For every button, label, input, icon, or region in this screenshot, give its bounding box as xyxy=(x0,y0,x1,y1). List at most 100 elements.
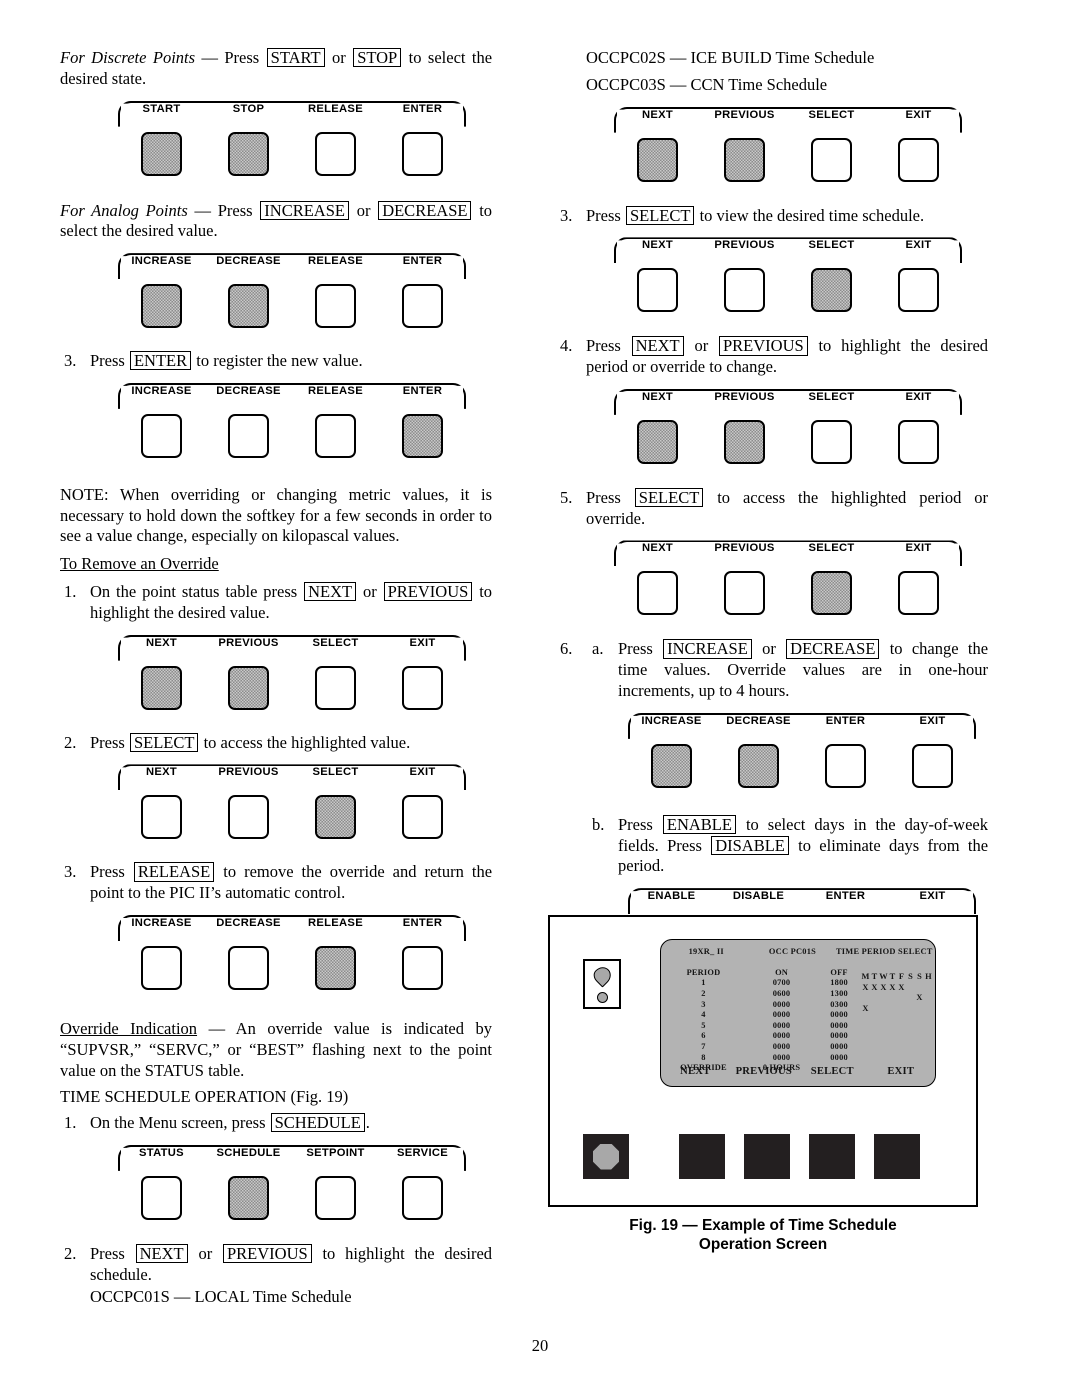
panel-softkey-1[interactable] xyxy=(679,1134,725,1179)
softkey-button-exit[interactable] xyxy=(402,795,443,840)
softkey-label: SELECT xyxy=(808,390,855,403)
lcd-period-row: 6 0000 0000 xyxy=(661,1031,935,1042)
em-dash: — xyxy=(208,1018,226,1038)
lcd-header-row: 19XR_ II OCC PC01S TIME PERIOD SELECT xyxy=(661,947,935,956)
softkey-button-stop[interactable] xyxy=(228,131,269,176)
softkey-button-previous[interactable] xyxy=(228,665,269,710)
day-header-t1: T xyxy=(871,972,878,982)
softkey-button-decrease[interactable] xyxy=(738,743,779,788)
softkey-label: SELECT xyxy=(312,766,359,779)
lcd-softkey-labels: NEXT PREVIOUS SELECT EXIT xyxy=(661,1066,935,1077)
softkey-button-enter[interactable] xyxy=(402,945,443,990)
softkey-button-select[interactable] xyxy=(315,665,356,710)
softkey-button-select[interactable] xyxy=(811,268,852,313)
softkey-button-previous[interactable] xyxy=(724,137,765,182)
softkey-label: NEXT xyxy=(641,390,674,403)
schedule-option-ccn: OCCPC03S — CCN Time Schedule xyxy=(586,74,828,94)
softkey-button-next[interactable] xyxy=(637,419,678,464)
softkey-button-select[interactable] xyxy=(811,571,852,616)
day-flag: X xyxy=(916,993,923,1003)
softkey-button-select[interactable] xyxy=(315,795,356,840)
softkey-label: PREVIOUS xyxy=(218,636,279,649)
softkey-button-status[interactable] xyxy=(141,1175,182,1220)
softkey-button-release[interactable] xyxy=(315,945,356,990)
col-header-off: OFF xyxy=(830,967,848,977)
period-on-time: 0000 xyxy=(772,1052,791,1062)
period-on-time: 0000 xyxy=(772,1010,791,1020)
or-word: or xyxy=(362,582,377,602)
softkey-button-exit[interactable] xyxy=(898,571,939,616)
softkey-button-service[interactable] xyxy=(402,1175,443,1220)
softkey-diagram-release-highlighted: INCREASE DECREASE RELEASE ENTER xyxy=(118,915,466,993)
softkey-button-select[interactable] xyxy=(811,419,852,464)
softkey-button-release[interactable] xyxy=(315,284,356,329)
softkey-button-decrease[interactable] xyxy=(228,284,269,329)
softkey-button-previous[interactable] xyxy=(724,571,765,616)
key-next: NEXT xyxy=(631,336,684,356)
softkey-label: INCREASE xyxy=(641,714,702,727)
lcd-softkey-previous[interactable]: PREVIOUS xyxy=(730,1066,799,1077)
left-column: For Discrete Points — Press START or STO… xyxy=(60,48,492,1308)
alarm-exclamation-dot-icon xyxy=(596,992,608,1003)
softkey-button-next[interactable] xyxy=(141,665,182,710)
stop-button[interactable] xyxy=(583,1134,629,1179)
softkey-labels: NEXT PREVIOUS SELECT EXIT xyxy=(118,637,466,649)
figure-19: 19XR_ II OCC PC01S TIME PERIOD SELECT PE… xyxy=(548,915,978,1255)
analog-points-paragraph: For Analog Points — Press INCREASE or DE… xyxy=(60,200,492,243)
softkey-diagram-highlight-period: NEXT PREVIOUS SELECT EXIT xyxy=(614,389,962,467)
softkey-button-decrease[interactable] xyxy=(228,945,269,990)
softkey-button-select[interactable] xyxy=(811,137,852,182)
softkey-button-next[interactable] xyxy=(637,268,678,313)
softkey-label: NEXT xyxy=(145,766,178,779)
softkey-buttons xyxy=(118,945,466,990)
or-word: or xyxy=(198,1243,213,1263)
softkey-button-previous[interactable] xyxy=(228,795,269,840)
softkey-button-increase[interactable] xyxy=(141,284,182,329)
softkey-button-exit[interactable] xyxy=(898,137,939,182)
softkey-label: STATUS xyxy=(139,1146,184,1159)
softkey-button-exit[interactable] xyxy=(402,665,443,710)
softkey-button-decrease[interactable] xyxy=(228,413,269,458)
press-word: Press xyxy=(224,48,260,67)
softkey-button-release[interactable] xyxy=(315,413,356,458)
lcd-softkey-exit[interactable]: EXIT xyxy=(867,1066,936,1077)
or-word: or xyxy=(356,200,371,220)
softkey-button-increase[interactable] xyxy=(651,743,692,788)
panel-softkey-4[interactable] xyxy=(874,1134,920,1179)
softkey-button-exit[interactable] xyxy=(898,268,939,313)
key-select: SELECT xyxy=(625,205,695,225)
softkey-label: ENTER xyxy=(402,916,443,929)
step-pre: Press xyxy=(618,814,653,834)
lcd-softkey-next[interactable]: NEXT xyxy=(661,1066,730,1077)
day-header-s1: S xyxy=(908,972,913,982)
softkey-button-previous[interactable] xyxy=(724,268,765,313)
softkey-button-previous[interactable] xyxy=(724,419,765,464)
softkey-button-setpoint[interactable] xyxy=(315,1175,356,1220)
softkey-button-next[interactable] xyxy=(637,137,678,182)
softkey-button-release[interactable] xyxy=(315,131,356,176)
softkey-button-enter[interactable] xyxy=(825,743,866,788)
key-select: SELECT xyxy=(129,732,199,752)
softkey-button-enter[interactable] xyxy=(402,284,443,329)
panel-softkey-2[interactable] xyxy=(744,1134,790,1179)
softkey-button-schedule[interactable] xyxy=(228,1175,269,1220)
key-schedule: SCHEDULE xyxy=(270,1113,365,1133)
softkey-button-exit[interactable] xyxy=(912,743,953,788)
softkey-button-next[interactable] xyxy=(141,795,182,840)
period-number: 2 xyxy=(701,988,706,998)
softkey-buttons xyxy=(118,284,466,329)
press-word: Press xyxy=(90,351,125,371)
step-tail: to register the new value. xyxy=(196,351,363,371)
softkey-button-next[interactable] xyxy=(637,571,678,616)
softkey-button-enter[interactable] xyxy=(402,131,443,176)
softkey-button-increase[interactable] xyxy=(141,413,182,458)
panel-softkey-3[interactable] xyxy=(809,1134,855,1179)
softkey-button-exit[interactable] xyxy=(898,419,939,464)
softkey-button-start[interactable] xyxy=(141,131,182,176)
day-header-h: H xyxy=(925,972,932,982)
softkey-button-enter[interactable] xyxy=(402,413,443,458)
lcd-softkey-select[interactable]: SELECT xyxy=(798,1066,867,1077)
softkey-buttons xyxy=(118,131,466,176)
softkey-button-increase[interactable] xyxy=(141,945,182,990)
period-on-time: 0000 xyxy=(772,1041,791,1051)
